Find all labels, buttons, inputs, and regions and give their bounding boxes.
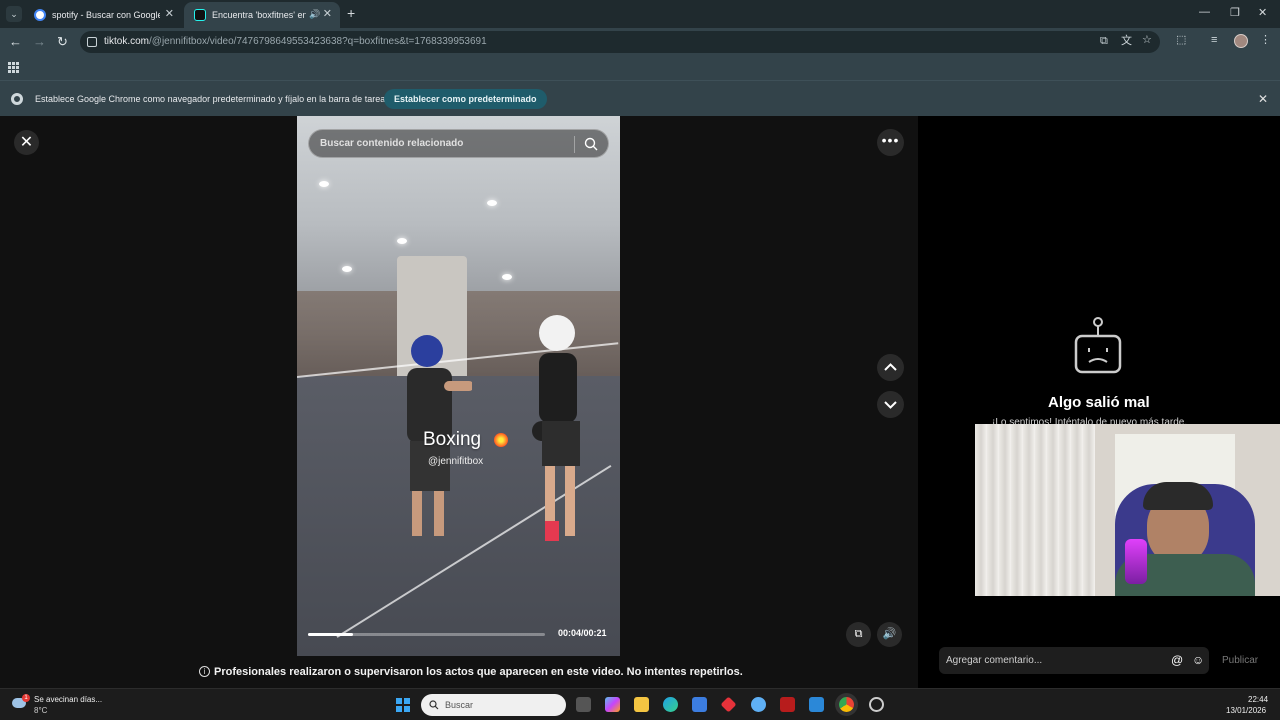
extensions-icon[interactable]: ⬚ [1176, 35, 1186, 46]
comment-placeholder[interactable]: Agregar comentario... [946, 655, 1042, 666]
tab-title: Encuentra 'boxfitnes' en TikTok [212, 10, 306, 20]
chrome-taskbar-icon[interactable] [839, 697, 854, 712]
ceiling-light [397, 238, 407, 244]
collision-emoji-icon [494, 433, 508, 447]
info-icon: i [199, 666, 210, 677]
ceiling-light [487, 200, 497, 206]
close-tab-icon[interactable]: ✕ [323, 9, 332, 20]
settings-gear-icon[interactable] [869, 697, 884, 712]
error-title: Algo salió mal [1048, 394, 1150, 411]
windows-taskbar: 1 Se avecinan días... 8°C Buscar 22:44 1… [0, 688, 1280, 720]
disclaimer-text: Profesionales realizaron o supervisaron … [214, 666, 743, 678]
publish-button[interactable]: Publicar [1222, 655, 1258, 666]
bookmarks-bar [0, 56, 1280, 80]
emoji-icon[interactable]: ☺ [1192, 653, 1204, 667]
reload-icon[interactable]: ↻ [57, 35, 68, 48]
back-icon[interactable]: ← [9, 35, 22, 48]
anydesk-icon[interactable] [720, 696, 737, 713]
translate-icon[interactable]: 文 [1121, 36, 1132, 47]
tab-tiktok[interactable]: Encuentra 'boxfitnes' en TikTok 🔊 ✕ [184, 2, 340, 28]
webcam-curtain [975, 424, 1095, 596]
tiktok-page: ✕ Buscar contenido relacionado Boxing @j… [0, 116, 1280, 688]
weather-badge: 1 [22, 694, 30, 702]
bookmark-star-icon[interactable]: ☆ [1142, 35, 1152, 46]
weather-temp: 8°C [34, 706, 48, 715]
search-icon [429, 700, 439, 710]
floating-player-icon[interactable]: ⧉ [846, 622, 871, 647]
mcafee-icon[interactable] [780, 697, 795, 712]
tab-strip: ⌄ spotify - Buscar con Google ✕ Encuentr… [0, 0, 1280, 28]
disclaimer-bar: i Profesionales realizaron o supervisaro… [0, 656, 918, 688]
video-progress-fill [308, 633, 354, 636]
related-search-bar[interactable]: Buscar contenido relacionado [308, 129, 609, 158]
close-infobar-icon[interactable]: ✕ [1258, 92, 1268, 106]
tiktok-favicon-icon [194, 9, 206, 21]
set-default-button[interactable]: Establecer como predeterminado [384, 89, 547, 109]
mention-icon[interactable]: @ [1171, 653, 1183, 667]
chrome-logo-icon [11, 93, 23, 105]
restore-icon[interactable]: ❐ [1230, 6, 1240, 19]
clock-time[interactable]: 22:44 [1248, 695, 1268, 704]
chevron-up-icon [884, 363, 897, 371]
microphone [1125, 539, 1147, 584]
menu-dots-icon[interactable]: ⋮ [1260, 35, 1271, 46]
browser-toolbar: ← → ↻ tiktok.com/@jennifitbox/video/7476… [0, 28, 1280, 56]
more-options-icon[interactable]: ••• [877, 129, 904, 156]
close-video-icon[interactable]: ✕ [14, 130, 39, 155]
install-app-icon[interactable]: ⧉ [1100, 36, 1108, 47]
clock-date[interactable]: 13/01/2026 [1226, 706, 1266, 715]
video-overlay-title: Boxing [423, 429, 482, 450]
tab-search-chevron-icon[interactable]: ⌄ [6, 6, 22, 22]
address-bar[interactable]: tiktok.com/@jennifitbox/video/7476798649… [80, 31, 1160, 53]
comments-panel: Algo salió mal ¡Lo sentimos! Inténtalo d… [918, 116, 1280, 688]
search-divider [574, 136, 575, 153]
site-info-icon[interactable] [87, 37, 97, 47]
copilot-icon[interactable] [605, 697, 620, 712]
search-icon[interactable] [584, 137, 598, 151]
profile-avatar[interactable] [1234, 34, 1248, 48]
apps-grid-icon[interactable] [8, 62, 19, 73]
media-control-icon[interactable]: ≡ [1211, 35, 1217, 46]
google-favicon-icon [34, 9, 46, 21]
audio-playing-icon[interactable]: 🔊 [309, 9, 320, 20]
streamer-cap [1143, 482, 1213, 510]
boxer-right [532, 315, 580, 541]
sad-robot-icon [1074, 317, 1122, 374]
default-browser-infobar: Establece Google Chrome como navegador p… [0, 80, 1280, 116]
comment-input[interactable]: Agregar comentario... @ ☺ [939, 647, 1209, 674]
weather-title[interactable]: Se avecinan días... [34, 695, 102, 704]
video-progress-bar[interactable] [308, 633, 545, 636]
tab-title: spotify - Buscar con Google [52, 10, 160, 20]
close-tab-icon[interactable]: ✕ [165, 9, 174, 20]
ceiling-light [342, 266, 352, 272]
url-text[interactable]: tiktok.com/@jennifitbox/video/7476798649… [104, 36, 487, 47]
store-icon[interactable] [692, 697, 707, 712]
next-video-button[interactable] [877, 391, 904, 418]
task-view-icon[interactable] [576, 697, 591, 712]
video-player[interactable] [297, 116, 620, 656]
outlook-icon[interactable] [809, 697, 824, 712]
start-windows-icon[interactable] [396, 698, 410, 712]
ceiling-light [502, 274, 512, 280]
file-explorer-icon[interactable] [634, 697, 649, 712]
close-window-icon[interactable]: ✕ [1258, 6, 1267, 19]
chevron-down-icon [884, 401, 897, 409]
edge-icon[interactable] [663, 697, 678, 712]
taskbar-search-text[interactable]: Buscar [445, 700, 473, 710]
new-tab-icon[interactable]: + [347, 6, 355, 20]
webcam-overlay [975, 424, 1280, 596]
previous-video-button[interactable] [877, 354, 904, 381]
video-overlay-handle: @jennifitbox [428, 456, 484, 467]
taskbar-search[interactable]: Buscar [421, 694, 566, 716]
system-app-icon[interactable] [751, 697, 766, 712]
forward-icon[interactable]: → [33, 35, 46, 48]
video-time: 00:04/00:21 [558, 628, 607, 638]
infobar-message: Establece Google Chrome como navegador p… [35, 94, 390, 104]
minimize-icon[interactable]: — [1199, 6, 1210, 18]
ceiling-light [319, 181, 329, 187]
tab-google-search[interactable]: spotify - Buscar con Google ✕ [24, 2, 182, 28]
volume-icon[interactable]: 🔊 [877, 622, 902, 647]
related-search-placeholder[interactable]: Buscar contenido relacionado [320, 138, 463, 149]
